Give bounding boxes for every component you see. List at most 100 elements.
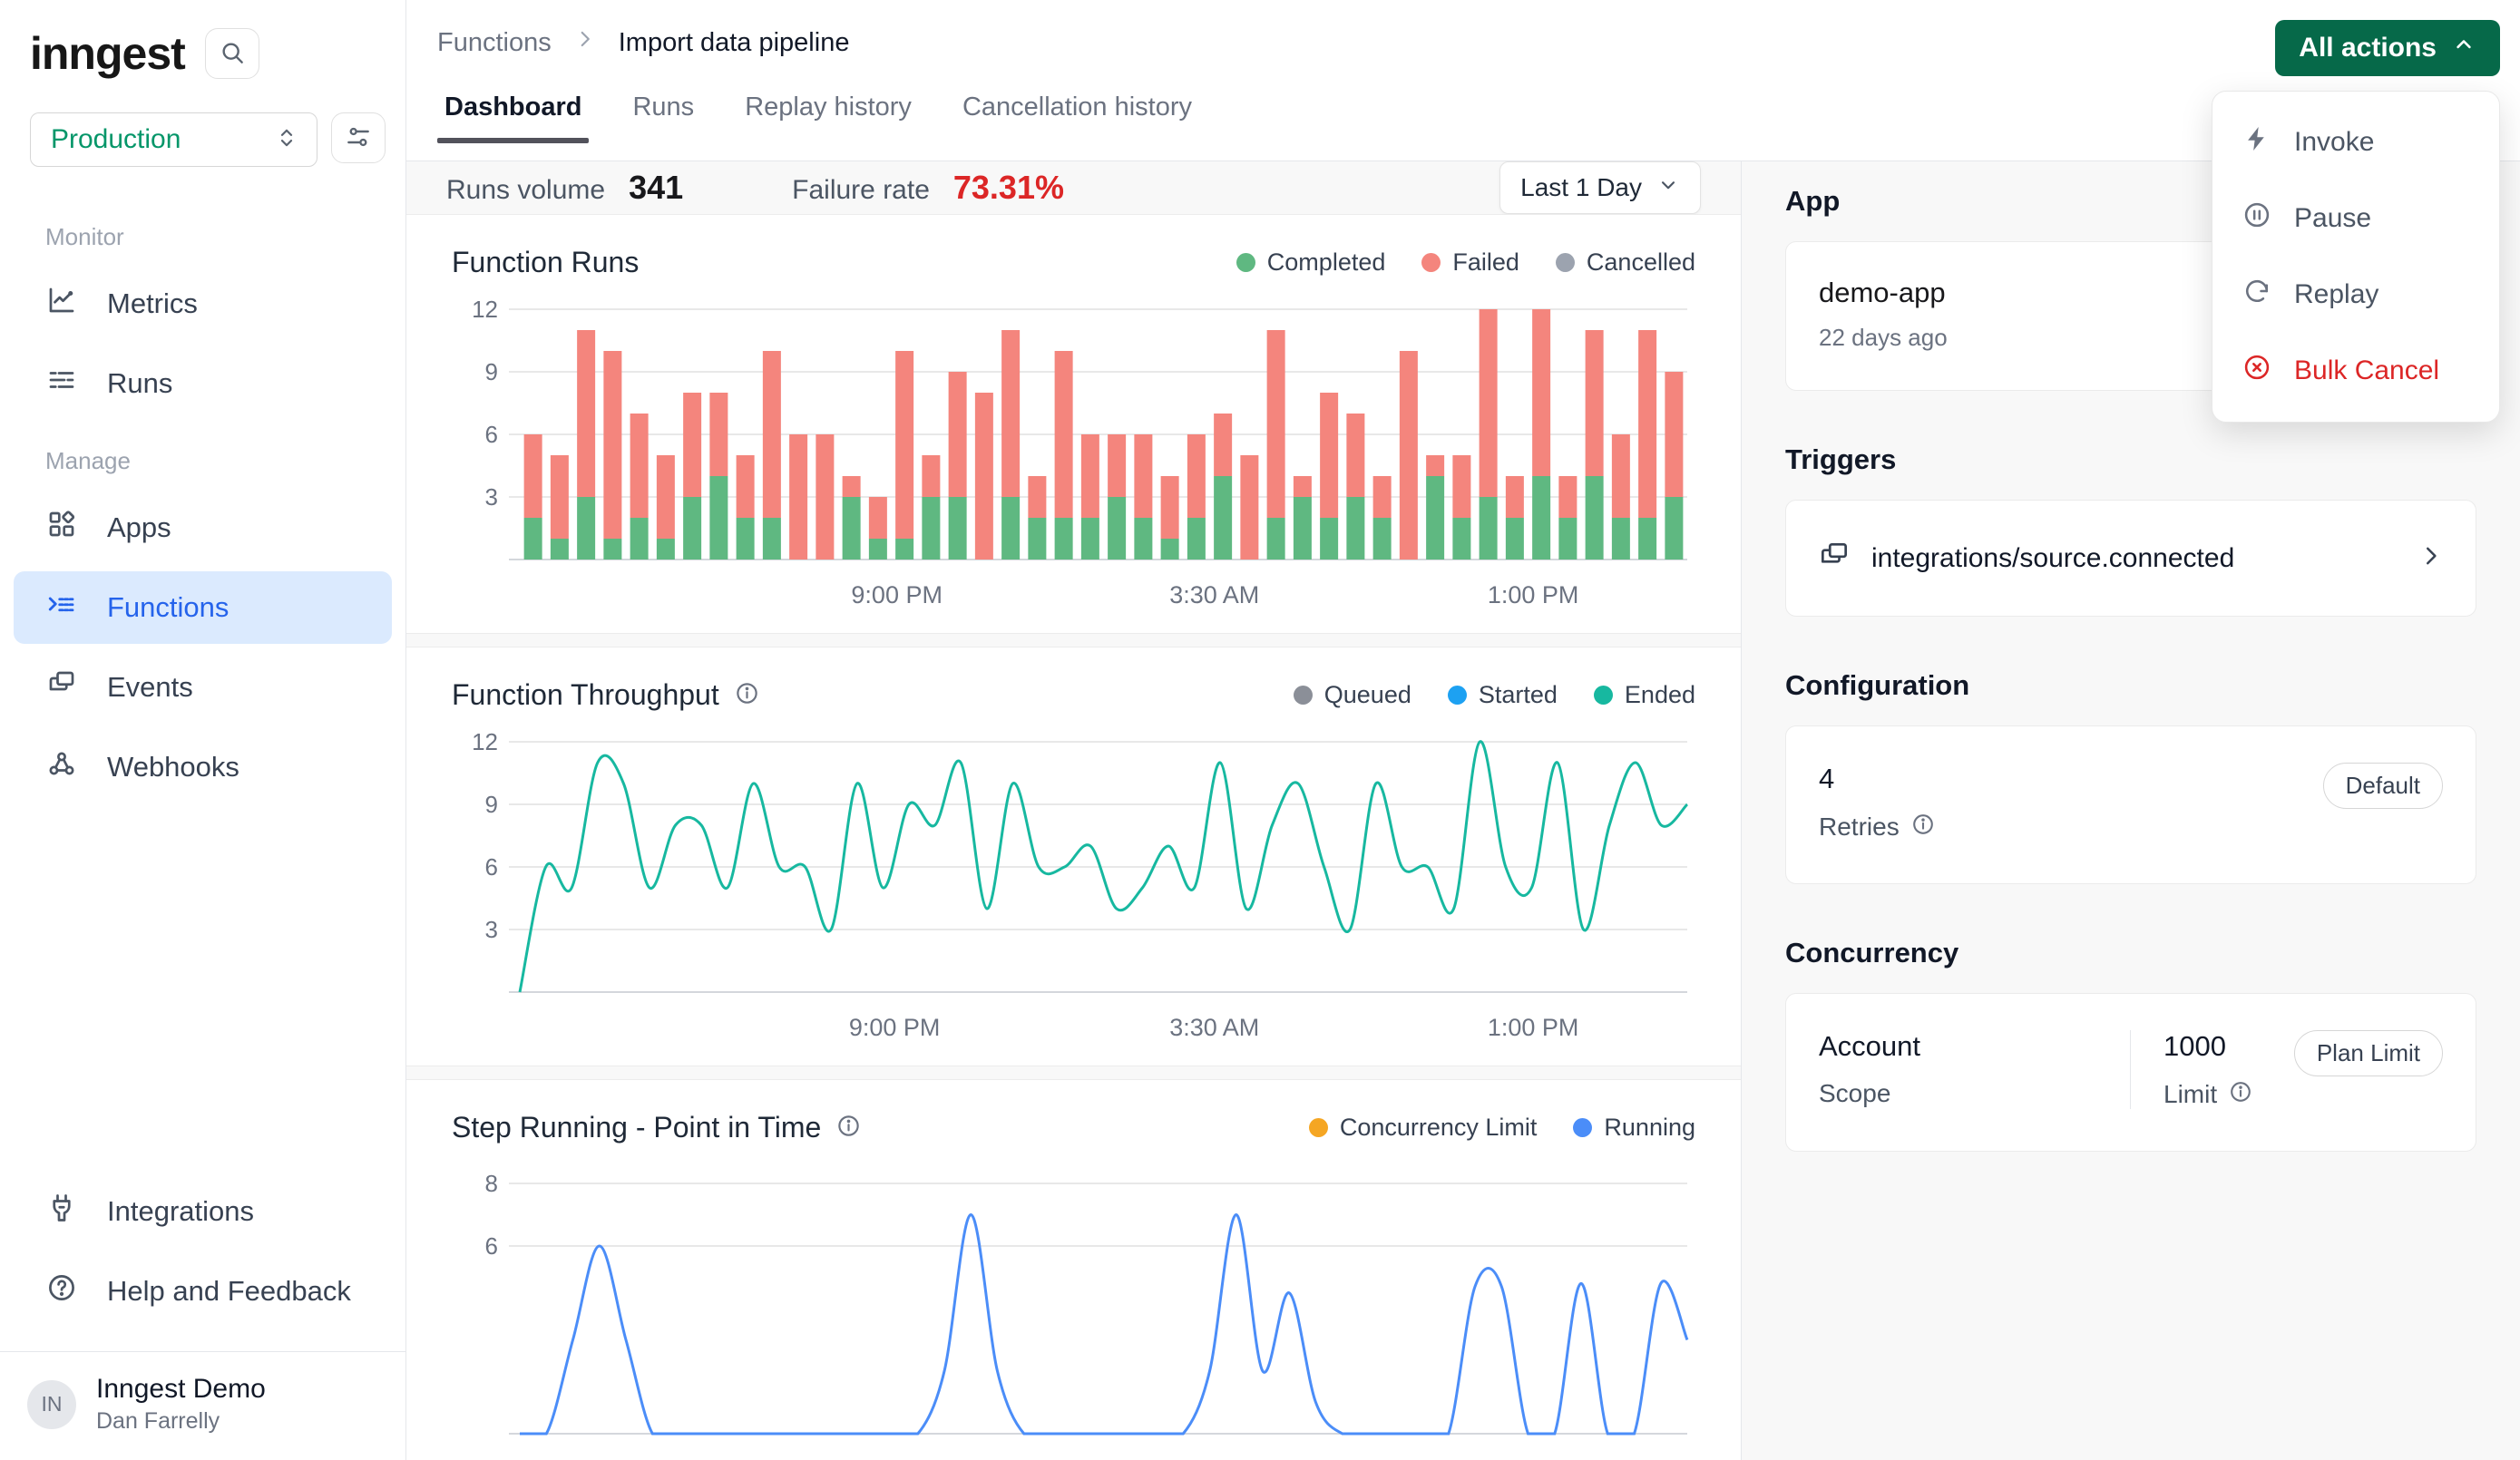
environment-label: Production bbox=[51, 124, 181, 155]
svg-text:3:30 AM: 3:30 AM bbox=[1169, 581, 1259, 608]
legend-concurrency-limit[interactable]: Concurrency Limit bbox=[1309, 1114, 1538, 1142]
menu-item-invoke[interactable]: Invoke bbox=[2212, 104, 2499, 180]
concurrency-limit-label: Limit bbox=[2163, 1080, 2217, 1109]
retries-card: 4 Retries Default bbox=[1785, 725, 2476, 884]
events-icon bbox=[45, 667, 78, 707]
cancel-circle-icon bbox=[2242, 352, 2272, 390]
bolt-icon bbox=[2242, 123, 2272, 161]
legend-started[interactable]: Started bbox=[1448, 681, 1558, 709]
search-button[interactable] bbox=[205, 28, 259, 79]
help-circle-icon bbox=[45, 1271, 78, 1311]
legend-queued[interactable]: Queued bbox=[1294, 681, 1411, 709]
plug-icon bbox=[45, 1192, 78, 1231]
svg-text:9: 9 bbox=[485, 358, 498, 385]
retries-label: Retries bbox=[1819, 813, 1900, 842]
svg-text:9:00 PM: 9:00 PM bbox=[851, 581, 943, 608]
function-throughput-card: Function Throughput Queued bbox=[406, 647, 1741, 1066]
legend-failed[interactable]: Failed bbox=[1421, 248, 1519, 277]
sidebar-item-functions[interactable]: Functions bbox=[14, 571, 392, 644]
nav-section-monitor: Monitor bbox=[14, 203, 392, 260]
breadcrumb-current: Import data pipeline bbox=[619, 28, 850, 58]
sidebar-item-label: Integrations bbox=[107, 1195, 254, 1228]
queued-dot-icon bbox=[1294, 686, 1313, 705]
metrics-icon bbox=[45, 284, 78, 324]
svg-text:9: 9 bbox=[485, 791, 498, 818]
trigger-card[interactable]: integrations/source.connected bbox=[1785, 500, 2476, 617]
sidebar-item-label: Apps bbox=[107, 511, 171, 544]
legend-ended[interactable]: Ended bbox=[1594, 681, 1695, 709]
running-dot-icon bbox=[1573, 1118, 1592, 1137]
sidebar-item-help[interactable]: Help and Feedback bbox=[14, 1255, 392, 1328]
concurrency-scope-label: Scope bbox=[1819, 1079, 1890, 1108]
svg-text:1:00 PM: 1:00 PM bbox=[1488, 1014, 1579, 1041]
all-actions-button[interactable]: All actions bbox=[2275, 20, 2500, 76]
menu-item-bulk-cancel[interactable]: Bulk Cancel bbox=[2212, 333, 2499, 409]
tab-cancellation-history[interactable]: Cancellation history bbox=[962, 92, 1192, 142]
tab-dashboard[interactable]: Dashboard bbox=[444, 92, 581, 142]
breadcrumb-functions[interactable]: Functions bbox=[437, 28, 552, 58]
sidebar-item-metrics[interactable]: Metrics bbox=[14, 268, 392, 340]
plan-limit-badge: Plan Limit bbox=[2294, 1030, 2443, 1076]
topbar: Functions Import data pipeline Dashboard… bbox=[406, 0, 2520, 161]
retries-value: 4 bbox=[1819, 763, 1936, 795]
info-icon[interactable] bbox=[734, 680, 760, 711]
sidebar-item-label: Events bbox=[107, 671, 193, 704]
environment-filter-button[interactable] bbox=[331, 112, 386, 163]
stats-row: Runs volume 341 Failure rate 73.31% Last… bbox=[406, 161, 1741, 214]
failure-rate-value: 73.31% bbox=[953, 169, 1064, 207]
legend-cancelled[interactable]: Cancelled bbox=[1556, 248, 1695, 277]
pause-circle-icon bbox=[2242, 200, 2272, 238]
svg-text:3: 3 bbox=[485, 483, 498, 511]
svg-text:6: 6 bbox=[485, 1232, 498, 1260]
default-badge: Default bbox=[2323, 763, 2443, 809]
sidebar-item-events[interactable]: Events bbox=[14, 651, 392, 724]
sidebar-item-label: Webhooks bbox=[107, 751, 239, 784]
concurrency-scope-value: Account bbox=[1819, 1030, 2097, 1063]
concurrency-card: Account Scope 1000 Limit bbox=[1785, 993, 2476, 1152]
sidebar: inngest Production Monitor bbox=[0, 0, 406, 1460]
user-name: Dan Farrelly bbox=[96, 1408, 266, 1435]
user-menu[interactable]: IN Inngest Demo Dan Farrelly bbox=[0, 1351, 405, 1460]
tab-replay-history[interactable]: Replay history bbox=[745, 92, 912, 142]
all-actions-menu: Invoke Pause Replay Bulk Cancel bbox=[2212, 91, 2500, 423]
avatar: IN bbox=[27, 1380, 76, 1429]
function-throughput-title: Function Throughput bbox=[452, 678, 719, 712]
sliders-icon bbox=[344, 122, 373, 154]
menu-item-replay[interactable]: Replay bbox=[2212, 257, 2499, 333]
info-icon[interactable] bbox=[1910, 812, 1936, 842]
sidebar-item-integrations[interactable]: Integrations bbox=[14, 1175, 392, 1248]
time-range-select[interactable]: Last 1 Day bbox=[1499, 161, 1701, 214]
sidebar-item-label: Help and Feedback bbox=[107, 1275, 351, 1308]
svg-text:12: 12 bbox=[472, 296, 498, 323]
apps-icon bbox=[45, 508, 78, 548]
function-runs-chart: 369129:00 PM3:30 AM1:00 PM bbox=[452, 288, 1696, 633]
environment-select[interactable]: Production bbox=[30, 112, 317, 167]
configuration-heading: Configuration bbox=[1785, 669, 2476, 702]
failed-dot-icon bbox=[1421, 253, 1441, 272]
step-running-card: Step Running - Point in Time Concurrency… bbox=[406, 1079, 1741, 1460]
tab-runs[interactable]: Runs bbox=[632, 92, 694, 142]
info-icon[interactable] bbox=[835, 1113, 862, 1144]
app-root: inngest Production Monitor bbox=[0, 0, 2520, 1460]
legend-running[interactable]: Running bbox=[1573, 1114, 1695, 1142]
sidebar-nav: Monitor Metrics Runs Manage Apps bbox=[0, 167, 405, 811]
sidebar-spacer bbox=[0, 811, 405, 1168]
legend-completed[interactable]: Completed bbox=[1236, 248, 1386, 277]
svg-text:6: 6 bbox=[485, 421, 498, 448]
ended-dot-icon bbox=[1594, 686, 1613, 705]
cancelled-dot-icon bbox=[1556, 253, 1575, 272]
sidebar-item-runs[interactable]: Runs bbox=[14, 347, 392, 420]
svg-text:6: 6 bbox=[485, 853, 498, 881]
menu-item-pause[interactable]: Pause bbox=[2212, 180, 2499, 257]
triggers-heading: Triggers bbox=[1785, 443, 2476, 476]
sidebar-item-apps[interactable]: Apps bbox=[14, 492, 392, 564]
step-running-legend: Concurrency Limit Running bbox=[1309, 1114, 1695, 1142]
content: Runs volume 341 Failure rate 73.31% Last… bbox=[406, 161, 2520, 1460]
step-running-chart: 68 bbox=[452, 1153, 1696, 1460]
info-icon[interactable] bbox=[2228, 1079, 2253, 1109]
functions-icon bbox=[45, 588, 78, 628]
sidebar-item-webhooks[interactable]: Webhooks bbox=[14, 731, 392, 803]
step-running-title: Step Running - Point in Time bbox=[452, 1111, 821, 1144]
svg-text:9:00 PM: 9:00 PM bbox=[849, 1014, 941, 1041]
nav-section-manage: Manage bbox=[14, 427, 392, 484]
